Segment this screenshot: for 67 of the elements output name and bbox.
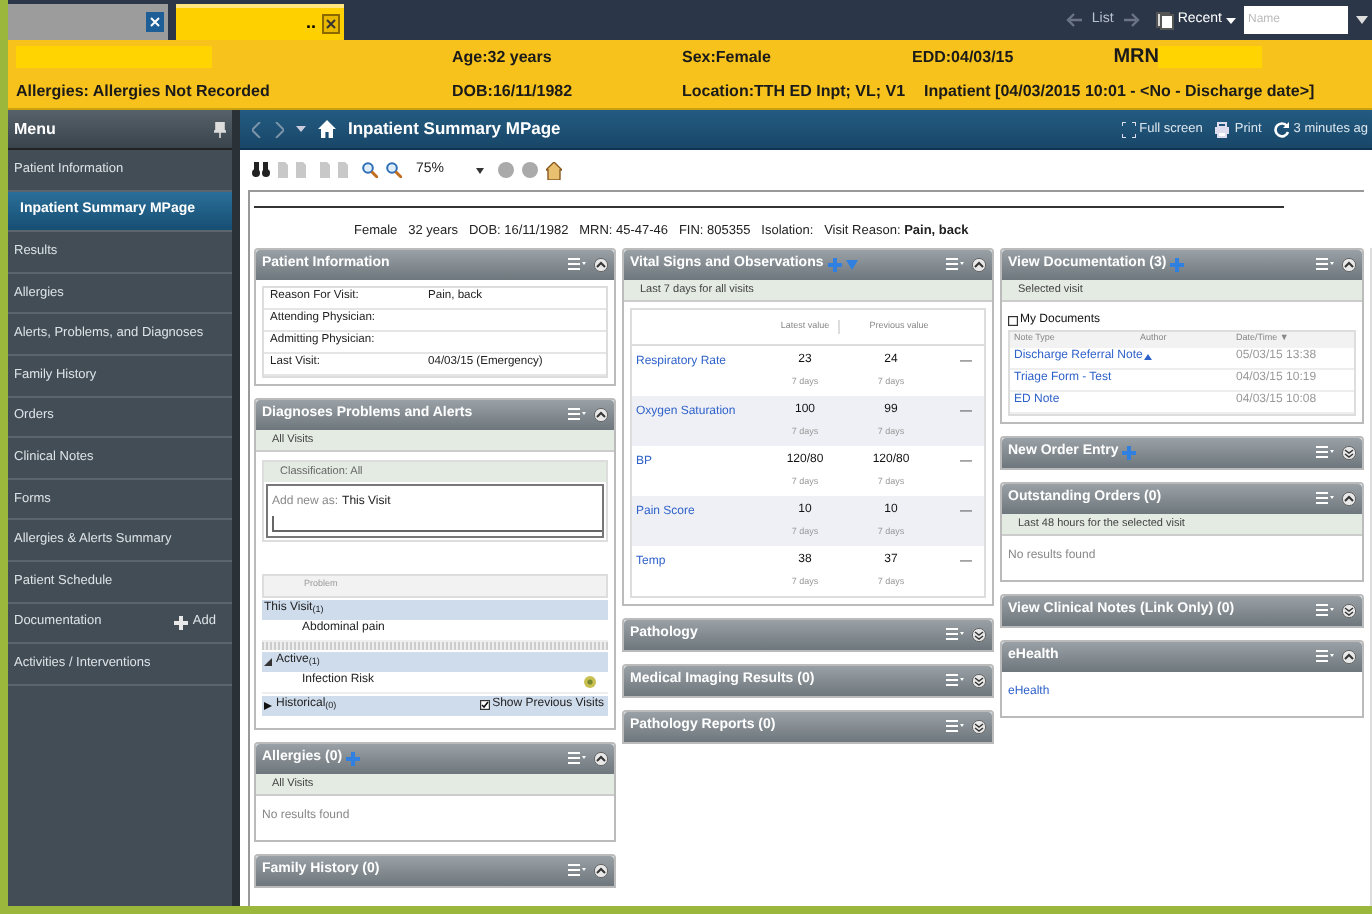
- expand-icon[interactable]: [1342, 445, 1356, 460]
- circle-icon[interactable]: [522, 162, 539, 178]
- expand-icon[interactable]: [1342, 603, 1356, 618]
- forward-icon[interactable]: [274, 121, 284, 137]
- house-icon[interactable]: [546, 161, 563, 179]
- patient-location: Location:TTH ED Inpt; VL; V1: [682, 79, 908, 103]
- back-icon[interactable]: [252, 121, 262, 137]
- redaction-block: [1158, 46, 1263, 68]
- dropdown-caret-icon: [476, 167, 485, 173]
- dropdown-caret-icon: [1226, 17, 1236, 23]
- expanded-triangle-icon[interactable]: [264, 657, 272, 666]
- dropdown-caret-icon[interactable]: [296, 126, 306, 132]
- zoom-in-icon[interactable]: [386, 162, 402, 178]
- dropdown-caret-icon[interactable]: [1356, 16, 1368, 24]
- collapsed-triangle-icon[interactable]: [264, 701, 272, 710]
- options-menu-icon[interactable]: [1316, 492, 1334, 505]
- options-menu-icon[interactable]: [568, 752, 586, 765]
- options-menu-icon[interactable]: [946, 628, 964, 641]
- binoculars-icon[interactable]: [252, 162, 270, 178]
- refresh-icon: [1273, 121, 1290, 137]
- collapse-icon[interactable]: [594, 751, 608, 766]
- plus-icon: [174, 615, 189, 630]
- patient-sex: Sex:Female: [682, 45, 773, 69]
- print-icon: [1214, 121, 1231, 137]
- mrn-label: MRN: [1113, 44, 1159, 72]
- options-menu-icon[interactable]: [1316, 258, 1334, 271]
- options-menu-icon[interactable]: [946, 720, 964, 733]
- checked-box-icon: [480, 700, 491, 711]
- collapse-icon[interactable]: [972, 257, 986, 272]
- tab-label: ..: [305, 10, 316, 37]
- options-menu-icon[interactable]: [946, 674, 964, 687]
- full-screen-icon: [1121, 121, 1136, 137]
- patient-tab[interactable]: ..: [176, 4, 344, 40]
- close-icon[interactable]: [322, 14, 340, 34]
- circle-icon[interactable]: [498, 162, 515, 178]
- patient-age: Age:32 years: [452, 45, 554, 69]
- forward-arrow-icon[interactable]: [1121, 12, 1140, 28]
- back-arrow-icon[interactable]: [1065, 12, 1084, 28]
- edd-date: EDD:04/03/15: [912, 45, 1014, 69]
- encounter-info: Inpatient [04/03/2015 10:01 - <No - Discharge date>]: [922, 79, 1317, 103]
- options-menu-icon[interactable]: [1316, 604, 1334, 617]
- expand-icon[interactable]: [972, 627, 986, 642]
- collapse-icon[interactable]: [594, 407, 608, 422]
- patient-dob: DOB:16/11/1982: [452, 79, 575, 103]
- expand-icon[interactable]: [972, 673, 986, 688]
- problem-search-field[interactable]: [272, 515, 602, 532]
- options-menu-icon[interactable]: [1316, 446, 1334, 459]
- menu-title: Menu: [14, 117, 56, 141]
- collapse-icon[interactable]: [594, 863, 608, 878]
- expand-icon[interactable]: [972, 719, 986, 734]
- collapse-icon[interactable]: [594, 257, 608, 272]
- page-title: Inpatient Summary MPage: [348, 116, 561, 142]
- options-menu-icon[interactable]: [946, 258, 964, 271]
- collapse-icon[interactable]: [1342, 649, 1356, 664]
- allergies-status: Allergies: Allergies Not Recorded: [14, 79, 272, 103]
- options-menu-icon[interactable]: [568, 408, 586, 421]
- close-icon[interactable]: [146, 12, 164, 32]
- options-menu-icon[interactable]: [568, 864, 586, 877]
- home-icon[interactable]: [318, 120, 336, 138]
- collapse-icon[interactable]: [1342, 491, 1356, 506]
- pin-icon[interactable]: [214, 121, 226, 137]
- checkbox-icon: [1008, 315, 1018, 326]
- zoom-out-icon[interactable]: [362, 162, 378, 178]
- options-menu-icon[interactable]: [1316, 650, 1334, 663]
- documents-icon: [1155, 11, 1174, 29]
- options-menu-icon[interactable]: [568, 258, 586, 271]
- collapse-icon[interactable]: [1342, 257, 1356, 272]
